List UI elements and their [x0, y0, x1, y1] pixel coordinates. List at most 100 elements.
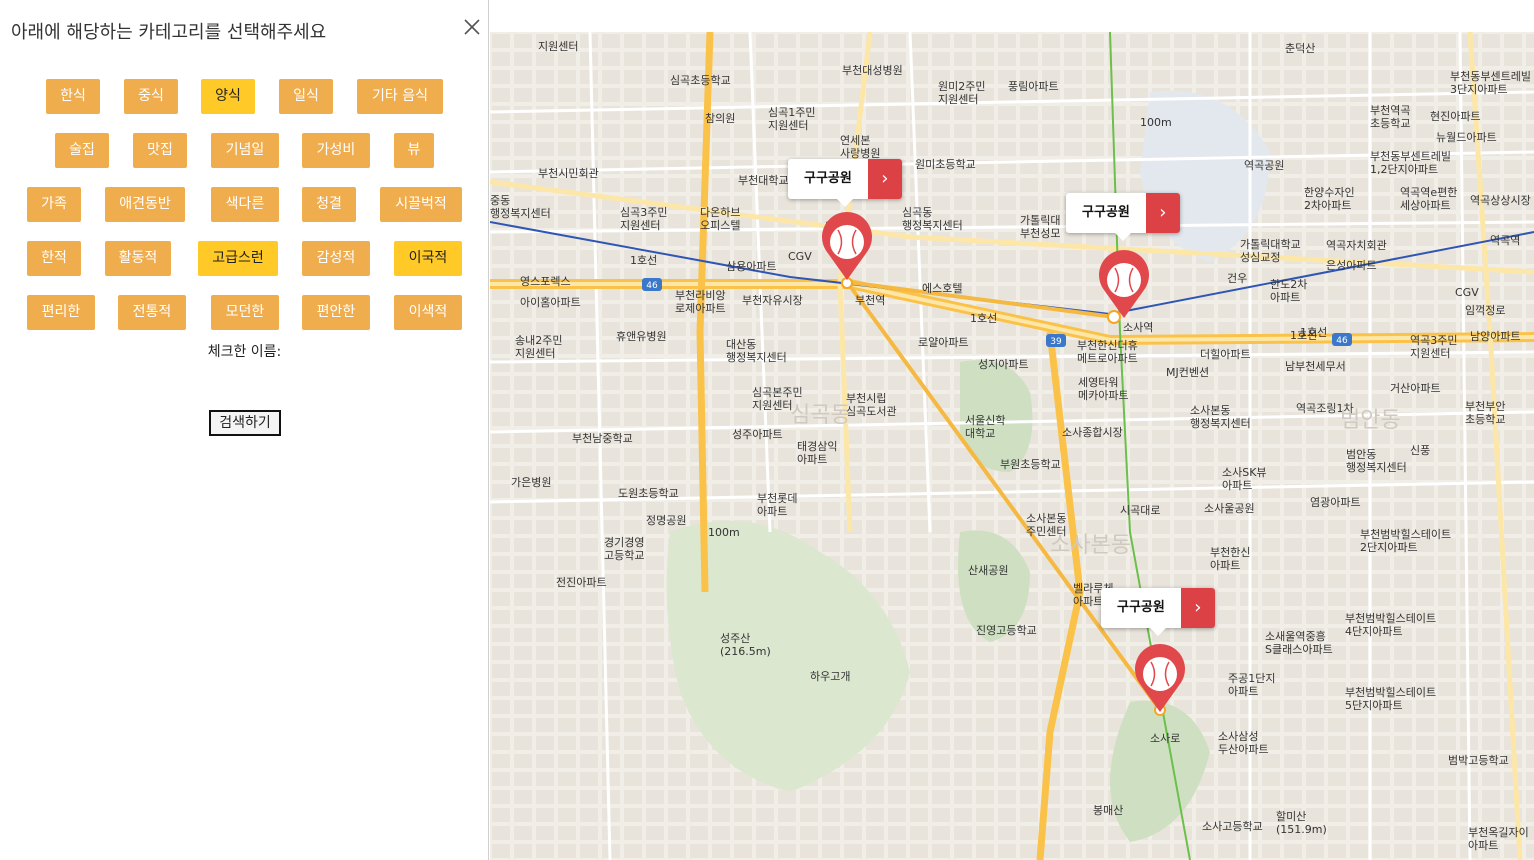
map-place-label: 역곡3주민 지원센터 [1410, 334, 1457, 360]
map-place-label: 원미초등학교 [915, 158, 976, 171]
map-place-label: 경기경영 고등학교 [604, 536, 644, 562]
category-button[interactable]: 이색적 [394, 295, 462, 330]
map-place-label: 범박고등학교 [1448, 754, 1509, 767]
category-button[interactable]: 애견동반 [105, 187, 185, 222]
map-place-label: 1호선 [970, 312, 997, 325]
map-place-label: 남부천세무서 [1285, 359, 1346, 373]
map-place-label: 심곡초등학교 [670, 74, 731, 87]
map-place-label: 산새공원 [968, 564, 1008, 577]
map-place-label: 삼용아파트 [726, 260, 777, 273]
marker-title: 구구공원 [1117, 600, 1165, 615]
map-place-label: 성지아파트 [978, 358, 1029, 371]
category-button[interactable]: 고급스런 [198, 241, 278, 276]
category-button[interactable]: 전통적 [118, 295, 186, 330]
district-watermark: 범안동 [1340, 408, 1401, 433]
category-panel: 아래에 해당하는 카테고리를 선택해주세요 한식 중식 양식 일식 기타 음식술집 맛집 기… [0, 0, 489, 860]
category-button[interactable]: 일식 [279, 79, 333, 114]
category-button[interactable]: 기념일 [211, 133, 279, 168]
panel-title: 아래에 해당하는 카테고리를 선택해주세요 [11, 22, 327, 43]
category-button[interactable]: 기타 음식 [357, 79, 443, 114]
category-button[interactable]: 편리한 [27, 295, 95, 330]
category-button[interactable]: 중식 [124, 79, 178, 114]
category-button[interactable]: 색다른 [211, 187, 279, 222]
map-place-label: 부천자유시장 [742, 293, 803, 307]
road-shield: 46 [642, 278, 662, 291]
map-place-label: 1호선 [1300, 326, 1327, 339]
map-top-bar [490, 0, 1534, 32]
category-button[interactable]: 시끌벅적 [380, 187, 462, 222]
marker-title: 구구공원 [804, 171, 852, 186]
map-place-label: 성주아파트 [732, 428, 783, 441]
map-place-label: 소사역 [1123, 321, 1153, 334]
category-button[interactable]: 양식 [201, 79, 255, 114]
map-place-label: 현진아파트 [1430, 110, 1481, 123]
map-place-label: CGV [788, 250, 812, 263]
map-place-label: 부천한신더휴 메트로아파트 [1077, 338, 1138, 365]
category-button[interactable]: 한적 [27, 241, 81, 276]
map-place-label: 소사울공원 [1204, 502, 1255, 515]
map-place-label: 참의원 [705, 112, 735, 125]
category-button[interactable]: 편안한 [302, 295, 370, 330]
map-place-label: 부천대성병원 [842, 63, 903, 77]
chevron-right-icon[interactable]: › [867, 159, 902, 199]
map-place-label: 가톨릭대 부천성모 [1020, 214, 1060, 240]
map-canvas[interactable]: 46 39 46 지원센터부천대성병원춘덕산부천동부센트레빌 3단지아파트심곡초등… [490, 32, 1534, 860]
map-place-label: 소사종합시장 [1062, 426, 1123, 439]
map-place-label: 풍림아파트 [1008, 80, 1059, 93]
chevron-right-icon[interactable]: › [1145, 193, 1180, 233]
map-place-label: 부천역 [855, 293, 885, 307]
map-place-label: CGV [1455, 286, 1479, 299]
search-button[interactable]: 검색하기 [209, 410, 281, 436]
map-place-label: 진영고등학교 [976, 624, 1037, 637]
map-place-label: 부천시민회관 [538, 166, 599, 180]
close-icon[interactable] [460, 15, 484, 39]
svg-text:39: 39 [1050, 337, 1062, 347]
map-place-label: 심곡3주민 지원센터 [620, 206, 667, 232]
baseball-icon [830, 225, 864, 259]
map-place-label: 도원초등학교 [618, 487, 679, 500]
baseball-icon [1107, 263, 1141, 297]
category-button[interactable]: 한식 [46, 79, 100, 114]
category-button[interactable]: 뷰 [394, 133, 434, 168]
chevron-right-icon[interactable]: › [1180, 588, 1215, 628]
category-button[interactable]: 감성적 [302, 241, 370, 276]
map-place-label: 원미2주민 지원센터 [938, 80, 985, 106]
map-place-label: 에스호텔 [922, 282, 962, 295]
map-place-label: 정명공원 [646, 514, 686, 527]
map-place-label: 100m [708, 526, 740, 539]
category-button[interactable]: 술집 [55, 133, 109, 168]
category-button[interactable]: 모던한 [211, 295, 279, 330]
close-button[interactable] [460, 15, 484, 39]
category-button[interactable]: 이국적 [394, 241, 462, 276]
svg-text:46: 46 [1336, 336, 1348, 346]
map-place-label: 거산아파트 [1390, 382, 1441, 395]
map-place-label: 부천남중학교 [572, 431, 633, 445]
marker-info-window[interactable]: 구구공원 › [1101, 588, 1215, 636]
category-button[interactable]: 맛집 [133, 133, 187, 168]
map-place-label: 가은병원 [511, 476, 551, 489]
category-button[interactable]: 청결 [302, 187, 356, 222]
map-place-label: 부천대학교 [738, 173, 789, 187]
map-place-label: 더힐아파트 [1200, 348, 1251, 361]
marker-title: 구구공원 [1082, 205, 1130, 220]
map-place-label: 임꺽정로 [1465, 304, 1505, 317]
map-place-label: 영스포렉스 [520, 275, 571, 288]
map-place-label: 1호선 [630, 254, 657, 267]
map-place-label: 100m [1140, 116, 1172, 129]
category-button[interactable]: 가족 [27, 187, 81, 222]
map-place-label: 역곡역e편한 세상아파트 [1400, 186, 1457, 212]
map-place-label: 소사로 [1150, 732, 1180, 745]
map-place-label: 소사고등학교 [1202, 820, 1263, 833]
map-place-label: 부천역곡 초등학교 [1370, 103, 1410, 130]
map-place-label: 역곡상상시장 [1470, 194, 1531, 207]
category-button[interactable]: 활동적 [105, 241, 171, 276]
marker-info-window[interactable]: 구구공원 › [788, 159, 902, 207]
map-view[interactable]: 46 39 46 지원센터 부천대성병원 춘덕산 부천동부센트레빌 3단지아파트 심곡초등… [490, 32, 1534, 860]
map-place-label: 아이홈아파트 [520, 295, 581, 309]
map-place-label: 하우고개 [810, 669, 850, 683]
station-icon [1107, 310, 1121, 324]
marker-info-window[interactable]: 구구공원 › [1066, 193, 1180, 241]
map-place-label: 한양수자인 2차아파트 [1304, 186, 1355, 212]
district-watermark: 심곡동 [790, 403, 851, 428]
category-button[interactable]: 가성비 [302, 133, 370, 168]
